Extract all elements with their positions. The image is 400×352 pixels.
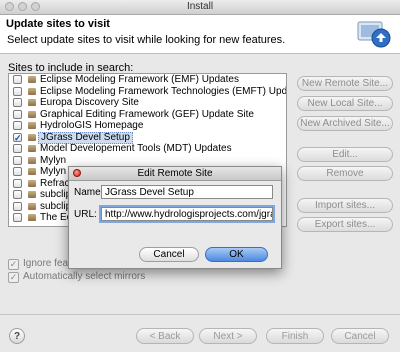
site-icon [28, 99, 36, 106]
site-label: JGrass Devel Setup [38, 131, 133, 144]
site-icon [28, 76, 36, 83]
select-mirrors-option[interactable]: ✓ Automatically select mirrors [8, 271, 145, 283]
window-title: Install [186, 1, 214, 12]
select-mirrors-label: Automatically select mirrors [23, 271, 146, 282]
new-archived-site-button[interactable]: New Archived Site... [297, 116, 393, 131]
site-checkbox[interactable] [13, 86, 22, 96]
name-label: Name: [74, 187, 104, 198]
cancel-button[interactable]: Cancel [331, 328, 389, 344]
next-button[interactable]: Next > [199, 328, 257, 344]
site-label: HydroloGIS Homepage [40, 120, 144, 131]
site-checkbox-checked[interactable]: ✓ [13, 132, 22, 142]
site-label: Mylyn [40, 154, 67, 166]
site-icon [28, 179, 36, 187]
list-item-selected[interactable]: ✓ JGrass Devel Setup [9, 131, 286, 144]
page-title: Update sites to visit [6, 18, 110, 30]
list-item[interactable]: Model Developement Tools (MDT) Updates [9, 143, 286, 155]
site-label: Eclipse Modeling Framework Technologies … [40, 85, 287, 97]
site-checkbox[interactable] [13, 201, 22, 211]
dialog-title: Edit Remote Site [137, 168, 213, 179]
site-icon [28, 145, 36, 152]
site-checkbox[interactable] [13, 144, 22, 153]
window-titlebar: Install [0, 0, 400, 15]
list-item[interactable]: HydroloGIS Homepage [9, 120, 286, 132]
ignore-features-checkbox[interactable]: ✓ [8, 259, 19, 270]
site-checkbox[interactable] [13, 155, 22, 165]
site-label: Eclipse Modeling Framework (EMF) Updates [40, 74, 239, 85]
site-checkbox[interactable] [13, 121, 22, 130]
list-item[interactable]: Europa Discovery Site [9, 97, 286, 109]
site-icon [28, 214, 36, 221]
select-mirrors-checkbox[interactable]: ✓ [8, 272, 19, 283]
remove-site-button[interactable]: Remove [297, 166, 393, 181]
export-sites-button[interactable]: Export sites... [297, 217, 393, 232]
new-local-site-button[interactable]: New Local Site... [297, 96, 393, 111]
footer-divider [0, 314, 400, 315]
site-icon [28, 122, 36, 129]
finish-button[interactable]: Finish [266, 328, 324, 344]
list-item[interactable]: Mylyn [9, 155, 286, 167]
wizard-header: Update sites to visit Select update site… [0, 15, 400, 54]
back-button[interactable]: < Back [136, 328, 194, 344]
site-icon [28, 168, 36, 175]
help-button[interactable]: ? [9, 328, 25, 344]
site-checkbox[interactable] [13, 178, 22, 188]
site-checkbox[interactable] [13, 109, 22, 119]
site-icon [28, 156, 36, 164]
site-checkbox[interactable] [13, 98, 22, 107]
site-label: Europa Discovery Site [40, 97, 139, 108]
site-icon [28, 110, 36, 118]
edit-site-button[interactable]: Edit... [297, 147, 393, 162]
dialog-titlebar: Edit Remote Site [69, 167, 281, 181]
page-description: Select update sites to visit while looki… [7, 34, 286, 46]
site-checkbox[interactable] [13, 167, 22, 176]
site-icon [28, 191, 36, 198]
site-checkbox[interactable] [13, 213, 22, 222]
site-label: Graphical Editing Framework (GEF) Update… [40, 108, 254, 120]
dialog-ok-button[interactable]: OK [205, 247, 268, 262]
dialog-cancel-button[interactable]: Cancel [139, 247, 199, 262]
site-icon [28, 133, 36, 141]
site-checkbox[interactable] [13, 75, 22, 84]
list-item[interactable]: Eclipse Modeling Framework Technologies … [9, 86, 286, 98]
list-item[interactable]: Graphical Editing Framework (GEF) Update… [9, 109, 286, 121]
list-item[interactable]: Eclipse Modeling Framework (EMF) Updates [9, 74, 286, 86]
url-field[interactable]: http://www.hydrologisprojects.com/jgrass… [101, 207, 273, 221]
site-icon [28, 202, 36, 210]
import-sites-button[interactable]: Import sites... [297, 198, 393, 213]
url-label: URL: [74, 209, 97, 220]
site-label: Model Developement Tools (MDT) Updates [40, 143, 232, 154]
new-remote-site-button[interactable]: New Remote Site... [297, 76, 393, 91]
install-wizard-icon [357, 21, 391, 48]
edit-remote-site-dialog[interactable]: Edit Remote Site Name: JGrass Devel Setu… [68, 166, 282, 269]
site-icon [28, 87, 36, 95]
site-checkbox[interactable] [13, 190, 22, 199]
name-field[interactable]: JGrass Devel Setup [101, 185, 273, 199]
